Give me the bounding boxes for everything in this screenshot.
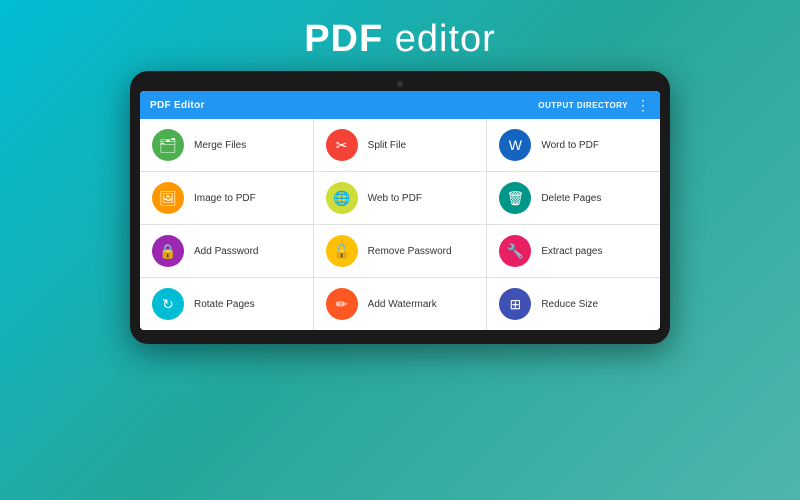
app-topbar: PDF Editor OUTPUT DIRECTORY ⋮ — [140, 91, 660, 119]
split-file-icon: ✂ — [326, 129, 358, 161]
feature-cell-image-to-pdf[interactable]: 🖼 Image to PDF — [140, 172, 313, 224]
feature-cell-remove-password[interactable]: 🔓 Remove Password — [314, 225, 487, 277]
feature-cell-delete-pages[interactable]: 🗑 Delete Pages — [487, 172, 660, 224]
word-to-pdf-icon: W — [499, 129, 531, 161]
merge-files-label: Merge Files — [194, 140, 246, 151]
remove-password-label: Remove Password — [368, 246, 452, 257]
tablet-camera — [397, 81, 403, 87]
feature-cell-reduce-size[interactable]: ⊞ Reduce Size — [487, 278, 660, 330]
image-to-pdf-label: Image to PDF — [194, 193, 256, 204]
output-directory-label[interactable]: OUTPUT DIRECTORY — [538, 101, 628, 110]
rotate-pages-label: Rotate Pages — [194, 299, 255, 310]
feature-cell-extract-pages[interactable]: 🔧 Extract pages — [487, 225, 660, 277]
title-area: PDF editor — [304, 0, 496, 71]
reduce-size-label: Reduce Size — [541, 299, 598, 310]
feature-cell-add-watermark[interactable]: ✏ Add Watermark — [314, 278, 487, 330]
topbar-right: OUTPUT DIRECTORY ⋮ — [538, 98, 650, 112]
add-password-icon: 🔒 — [152, 235, 184, 267]
feature-cell-word-to-pdf[interactable]: W Word to PDF — [487, 119, 660, 171]
extract-pages-icon: 🔧 — [499, 235, 531, 267]
add-watermark-label: Add Watermark — [368, 299, 437, 310]
split-file-label: Split File — [368, 140, 406, 151]
feature-cell-web-to-pdf[interactable]: 🌐 Web to PDF — [314, 172, 487, 224]
extract-pages-label: Extract pages — [541, 246, 602, 257]
rotate-pages-icon: ↻ — [152, 288, 184, 320]
feature-cell-add-password[interactable]: 🔒 Add Password — [140, 225, 313, 277]
delete-pages-label: Delete Pages — [541, 193, 601, 204]
add-password-label: Add Password — [194, 246, 258, 257]
feature-cell-rotate-pages[interactable]: ↻ Rotate Pages — [140, 278, 313, 330]
feature-cell-split-file[interactable]: ✂ Split File — [314, 119, 487, 171]
reduce-size-icon: ⊞ — [499, 288, 531, 320]
merge-files-icon: 🗂 — [152, 129, 184, 161]
features-grid: 🗂 Merge Files ✂ Split File W Word to PDF 🖼 Imag… — [140, 119, 660, 330]
tablet-device: PDF Editor OUTPUT DIRECTORY ⋮ 🗂 Merge Fil… — [130, 71, 670, 344]
title-editor: editor — [383, 18, 496, 60]
title-pdf: PDF — [304, 18, 383, 60]
feature-cell-merge-files[interactable]: 🗂 Merge Files — [140, 119, 313, 171]
menu-dots-icon[interactable]: ⋮ — [636, 98, 650, 112]
web-to-pdf-label: Web to PDF — [368, 193, 422, 204]
app-screen: PDF Editor OUTPUT DIRECTORY ⋮ 🗂 Merge Fil… — [140, 91, 660, 330]
remove-password-icon: 🔓 — [326, 235, 358, 267]
image-to-pdf-icon: 🖼 — [152, 182, 184, 214]
word-to-pdf-label: Word to PDF — [541, 140, 599, 151]
delete-pages-icon: 🗑 — [499, 182, 531, 214]
app-title: PDF Editor — [150, 100, 205, 111]
web-to-pdf-icon: 🌐 — [326, 182, 358, 214]
add-watermark-icon: ✏ — [326, 288, 358, 320]
